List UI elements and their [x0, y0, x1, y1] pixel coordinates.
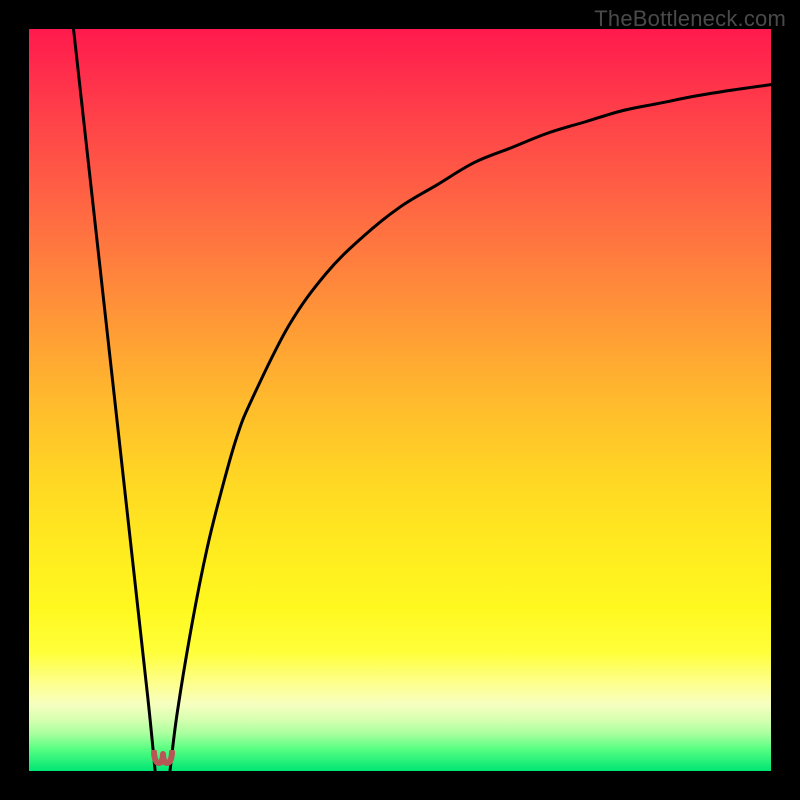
curve-right-branch — [170, 85, 771, 771]
chart-frame: TheBottleneck.com — [0, 0, 800, 800]
watermark-text: TheBottleneck.com — [594, 6, 786, 32]
minimum-marker-icon — [151, 750, 175, 768]
curve-layer — [29, 29, 771, 771]
plot-area — [29, 29, 771, 771]
curve-left-branch — [74, 29, 156, 771]
